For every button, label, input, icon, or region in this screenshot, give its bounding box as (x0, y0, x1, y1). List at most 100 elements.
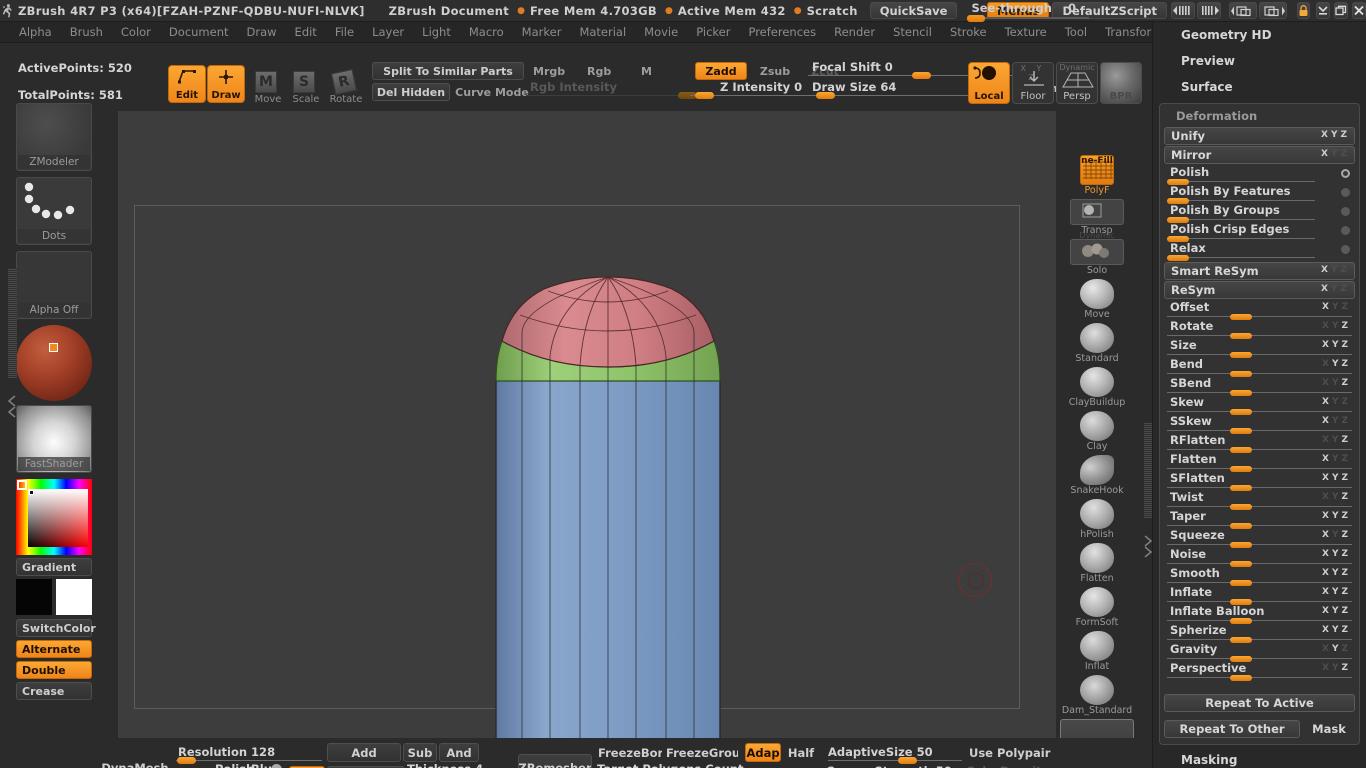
current-stroke-thumbnail[interactable]: Dots (16, 177, 92, 245)
adapt-button[interactable]: Adap (745, 743, 781, 762)
menu-item-marker[interactable]: Marker (513, 24, 571, 40)
bend-slider[interactable]: Bend XYZ (1164, 357, 1355, 376)
mrgb-button[interactable]: Mrgb (528, 62, 580, 80)
menu-item-brush[interactable]: Brush (61, 24, 112, 40)
menu-item-draw[interactable]: Draw (238, 24, 286, 40)
alternate-button[interactable]: Alternate (16, 640, 92, 658)
polish-deform-slider[interactable]: Polish (1164, 165, 1355, 184)
scroll-left-icon[interactable] (1171, 2, 1195, 19)
menu-item-alpha[interactable]: Alpha (10, 24, 61, 40)
bpr-button[interactable]: BPR (1100, 62, 1142, 104)
rgb-intensity-slider[interactable]: Rgb Intensity (526, 79, 698, 99)
menu-item-file[interactable]: File (326, 24, 363, 40)
spherize-slider[interactable]: Spherize XYZ (1164, 623, 1355, 642)
target-polygons-count-slider[interactable]: Target Polygons Count (597, 761, 737, 768)
menu-item-render[interactable]: Render (825, 24, 884, 40)
polish-by-features-radio[interactable] (1341, 188, 1350, 197)
color-picker[interactable] (16, 479, 92, 555)
sskew-slider[interactable]: SSkew XYZ (1164, 414, 1355, 433)
resym-button[interactable]: ReSym XYZ (1164, 281, 1355, 299)
mirror-button[interactable]: Mirror XYZ (1164, 146, 1355, 164)
zremesher-button[interactable]: ZRemesher (518, 754, 592, 768)
polish-by-features-slider[interactable]: Polish By Features (1164, 184, 1355, 203)
section-surface[interactable]: Surface (1153, 74, 1366, 100)
split-to-similar-parts-button[interactable]: Split To Similar Parts (372, 62, 524, 80)
crease-button[interactable]: Crease (16, 682, 92, 700)
brush-inflat[interactable]: Inflat (1068, 631, 1126, 673)
skew-axis-toggle[interactable]: XYZ (1322, 397, 1351, 407)
twist-slider[interactable]: Twist XYZ (1164, 490, 1355, 509)
brush-standard[interactable]: Standard (1068, 323, 1126, 365)
rflatten-slider[interactable]: RFlatten XYZ (1164, 433, 1355, 452)
smart-resym-button[interactable]: Smart ReSym XYZ (1164, 262, 1355, 280)
deformation-header[interactable]: Deformation (1164, 107, 1355, 127)
gradient-button[interactable]: Gradient (16, 558, 92, 576)
squeeze-slider[interactable]: Squeeze XYZ (1164, 528, 1355, 547)
repeat-to-active-button[interactable]: Repeat To Active (1164, 694, 1355, 712)
unify-axis-toggle[interactable]: XYZ (1321, 130, 1350, 140)
m-button[interactable]: M (636, 62, 688, 80)
floor-button[interactable]: X Y Z Floor (1012, 62, 1054, 104)
focal-shift-knob[interactable] (912, 72, 931, 79)
menu-item-light[interactable]: Light (413, 24, 460, 40)
menu-item-tool[interactable]: Tool (1056, 24, 1096, 40)
sbend-slider[interactable]: SBend XYZ (1164, 376, 1355, 395)
solo-button[interactable]: Dynamic Solo (1068, 239, 1126, 277)
rotate-axis-toggle[interactable]: XYZ (1322, 321, 1351, 331)
taper-axis-toggle[interactable]: XYZ (1322, 511, 1351, 521)
polish-crisp-edges-radio[interactable] (1341, 226, 1350, 235)
thickness-slider[interactable]: Thickness 4 (405, 761, 489, 768)
restore-button[interactable] (1334, 2, 1348, 19)
double-button[interactable]: Double (16, 661, 92, 679)
offset-slider[interactable]: Offset XYZ (1164, 300, 1355, 319)
see-through-slider[interactable]: See-through 0 (965, 1, 983, 21)
brush-hpolish[interactable]: hPolish (1068, 499, 1126, 541)
scroll-right-icon[interactable] (1197, 2, 1221, 19)
move-button[interactable]: M Move (250, 71, 286, 111)
secondary-color-swatch[interactable] (56, 579, 92, 615)
curves-strength-slider[interactable]: Curves Strength 50 (826, 763, 962, 768)
half-button[interactable]: Half (784, 743, 818, 762)
brush-claybuildup[interactable]: ClayBuildup (1068, 367, 1126, 409)
menu-item-macro[interactable]: Macro (460, 24, 513, 40)
menu-item-movie[interactable]: Movie (635, 24, 687, 40)
menu-item-stroke[interactable]: Stroke (941, 24, 996, 40)
current-color-swatch[interactable] (16, 325, 92, 401)
smooth-axis-toggle[interactable]: XYZ (1322, 568, 1351, 578)
smart-resym-axis-toggle[interactable]: XYZ (1321, 265, 1350, 275)
relax-knob[interactable] (1167, 255, 1189, 261)
current-material-thumbnail[interactable]: FastShader (16, 405, 92, 473)
relax-slider[interactable]: Relax (1164, 241, 1355, 260)
use-polypaint-button[interactable]: Use Polypair (968, 743, 1058, 762)
current-alpha-thumbnail[interactable]: Alpha Off (16, 251, 92, 319)
menu-item-layer[interactable]: Layer (363, 24, 413, 40)
del-hidden-button[interactable]: Del Hidden (372, 83, 450, 101)
zsub-button[interactable]: Zsub (749, 62, 801, 80)
color-picker-sv-area[interactable] (28, 489, 88, 547)
sflatten-slider[interactable]: SFlatten XYZ (1164, 471, 1355, 490)
smooth-slider[interactable]: Smooth XYZ (1164, 566, 1355, 585)
flatten-slider[interactable]: Flatten XYZ (1164, 452, 1355, 471)
scale-button[interactable]: S Scale (288, 71, 324, 111)
rgb-button[interactable]: Rgb (582, 62, 634, 80)
repeat-to-other-button[interactable]: Repeat To Other (1164, 720, 1300, 738)
menu-item-texture[interactable]: Texture (996, 24, 1056, 40)
switchcolor-button[interactable]: SwitchColor (16, 619, 92, 637)
spherize-axis-toggle[interactable]: XYZ (1322, 625, 1351, 635)
polish-by-groups-slider[interactable]: Polish By Groups (1164, 203, 1355, 222)
mirror-axis-toggle[interactable]: XYZ (1321, 149, 1350, 159)
minimize-button[interactable] (1316, 2, 1330, 19)
brush-formsoft[interactable]: FormSoft (1068, 587, 1126, 629)
persp-button[interactable]: Dynamic Persp (1056, 62, 1098, 104)
draw-button[interactable]: Draw (207, 65, 245, 103)
noise-axis-toggle[interactable]: XYZ (1322, 549, 1351, 559)
prev-subtool-icon[interactable] (1229, 2, 1257, 19)
viewport-canvas[interactable] (118, 111, 1056, 768)
section-geometry-hd[interactable]: Geometry HD (1153, 22, 1366, 48)
zadd-button[interactable]: Zadd (695, 62, 747, 80)
flatten-axis-toggle[interactable]: XYZ (1322, 454, 1351, 464)
offset-axis-toggle[interactable]: XYZ (1322, 302, 1351, 312)
sub-button[interactable]: Sub (403, 743, 437, 762)
perspective-axis-toggle[interactable]: XYZ (1322, 663, 1351, 673)
noise-slider[interactable]: Noise XYZ (1164, 547, 1355, 566)
